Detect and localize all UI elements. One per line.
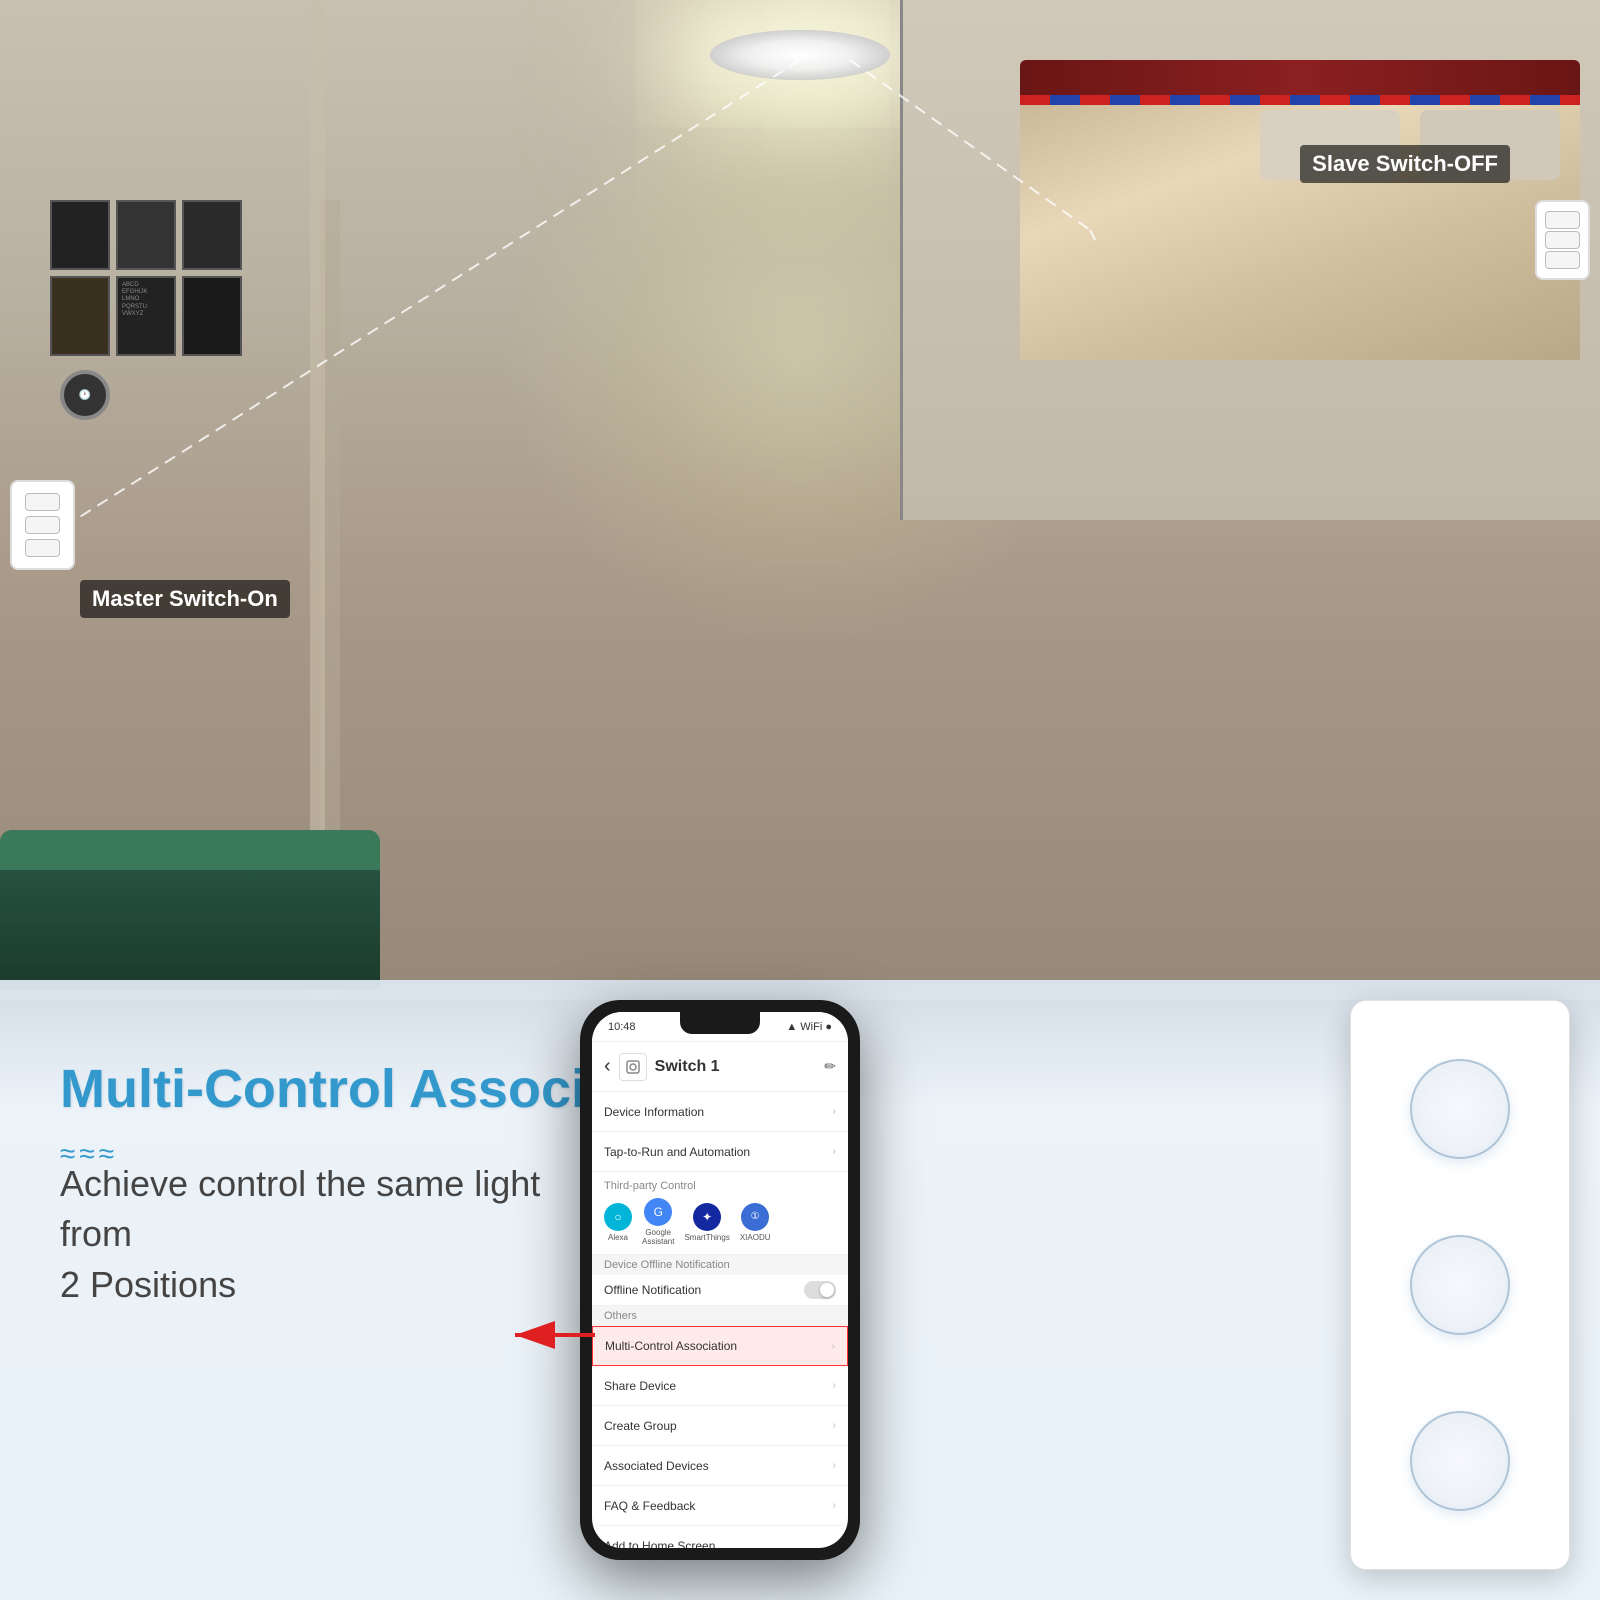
third-party-section: Third-party Control ○ Alexa G GoogleAssi… xyxy=(592,1172,848,1255)
slave-switch-btn-1[interactable] xyxy=(1545,211,1580,229)
alexa-icon: ○ xyxy=(604,1203,632,1231)
third-party-icons: ○ Alexa G GoogleAssistant ✦ SmartThings xyxy=(604,1198,836,1246)
phone-outer: 10:48 ▲ WiFi ● ‹ Switch 1 ✏ xyxy=(580,1000,860,1560)
menu-label-tap-run: Tap-to-Run and Automation xyxy=(604,1145,833,1159)
menu-item-associated-devices[interactable]: Associated Devices › xyxy=(592,1446,848,1486)
phone-header[interactable]: ‹ Switch 1 ✏ xyxy=(592,1042,848,1092)
wall-switch-panel xyxy=(1350,1000,1570,1570)
menu-item-add-home[interactable]: Add to Home Screen › xyxy=(592,1526,848,1548)
ceiling-light xyxy=(710,30,890,90)
xiaodu-icon: ① xyxy=(741,1203,769,1231)
signal-icons: ▲ WiFi ● xyxy=(786,1021,832,1033)
picture-frames: ABCDEFGHIJKLMNOPQRSTUVWXYZ xyxy=(50,200,242,356)
phone-notch xyxy=(680,1012,760,1034)
menu-item-faq[interactable]: FAQ & Feedback › xyxy=(592,1486,848,1526)
offline-header-label: Device Offline Notification xyxy=(604,1259,730,1271)
menu-item-share-device[interactable]: Share Device › xyxy=(592,1366,848,1406)
menu-item-device-info[interactable]: Device Information › xyxy=(592,1092,848,1132)
master-switch-label: Master Switch-On xyxy=(80,580,290,618)
edit-button[interactable]: ✏ xyxy=(824,1058,836,1075)
google-label: GoogleAssistant xyxy=(642,1228,674,1246)
menu-label-create-group: Create Group xyxy=(604,1419,833,1433)
xiaodu-label: XIAODU xyxy=(740,1233,771,1242)
toggle-knob xyxy=(820,1283,834,1297)
slave-switch-box xyxy=(1535,200,1590,280)
menu-item-multi-control[interactable]: Multi-Control Association › xyxy=(592,1326,848,1366)
google-icon-item[interactable]: G GoogleAssistant xyxy=(642,1198,674,1246)
chevron-associated-devices: › xyxy=(833,1460,836,1471)
others-section-header: Others xyxy=(592,1306,848,1326)
google-icon: G xyxy=(644,1198,672,1226)
phone-screen: 10:48 ▲ WiFi ● ‹ Switch 1 ✏ xyxy=(592,1012,848,1548)
red-arrow xyxy=(505,1315,605,1360)
master-switch-btn-2[interactable] xyxy=(25,516,60,534)
offline-toggle-switch[interactable] xyxy=(804,1281,836,1299)
chevron-create-group: › xyxy=(833,1420,836,1431)
xiaodu-icon-item[interactable]: ① XIAODU xyxy=(740,1203,771,1242)
smartthings-icon: ✦ xyxy=(693,1203,721,1231)
smartthings-icon-item[interactable]: ✦ SmartThings xyxy=(684,1203,729,1242)
feature-description: Achieve control the same light from2 Pos… xyxy=(60,1159,560,1310)
alexa-icon-item[interactable]: ○ Alexa xyxy=(604,1203,632,1242)
chevron-icon-2: › xyxy=(833,1146,836,1157)
slave-switch-btn-3[interactable] xyxy=(1545,251,1580,269)
menu-label-multi-control: Multi-Control Association xyxy=(605,1339,832,1353)
time-display: 10:48 xyxy=(608,1021,636,1033)
phone-mockup: 10:48 ▲ WiFi ● ‹ Switch 1 ✏ xyxy=(580,1000,860,1560)
wall-switch-button-2[interactable] xyxy=(1410,1235,1510,1335)
alexa-label: Alexa xyxy=(608,1233,628,1242)
menu-label-device-info: Device Information xyxy=(604,1105,833,1119)
bottom-section: Multi-Control Association ≈≈≈ Achieve co… xyxy=(0,980,1600,1600)
master-switch-btn-1[interactable] xyxy=(25,493,60,511)
menu-label-share-device: Share Device xyxy=(604,1379,833,1393)
sofa-back xyxy=(0,830,380,870)
clock: 🕐 xyxy=(60,370,110,420)
master-switch-box xyxy=(10,480,75,570)
slave-switch-btn-2[interactable] xyxy=(1545,231,1580,249)
room-background: ABCDEFGHIJKLMNOPQRSTUVWXYZ 🕐 Master Swit… xyxy=(0,0,1600,1000)
smartthings-label: SmartThings xyxy=(684,1233,729,1242)
menu-item-tap-run[interactable]: Tap-to-Run and Automation › xyxy=(592,1132,848,1172)
chevron-add-home: › xyxy=(833,1540,836,1548)
device-title: Switch 1 xyxy=(655,1058,825,1076)
menu-label-add-home: Add to Home Screen xyxy=(604,1539,833,1549)
chevron-icon: › xyxy=(833,1106,836,1117)
others-header-label: Others xyxy=(604,1310,637,1322)
menu-label-faq: FAQ & Feedback xyxy=(604,1499,833,1513)
bedroom-area xyxy=(900,0,1600,520)
offline-toggle-label: Offline Notification xyxy=(604,1283,701,1297)
menu-item-create-group[interactable]: Create Group › xyxy=(592,1406,848,1446)
menu-label-associated-devices: Associated Devices xyxy=(604,1459,833,1473)
offline-toggle-row[interactable]: Offline Notification xyxy=(592,1275,848,1306)
back-button[interactable]: ‹ xyxy=(604,1055,611,1078)
device-icon xyxy=(619,1053,647,1081)
chevron-multi-control: › xyxy=(832,1341,835,1352)
wall-switch-button-1[interactable] xyxy=(1410,1059,1510,1159)
slave-switch-label: Slave Switch-OFF xyxy=(1300,145,1510,183)
chevron-faq: › xyxy=(833,1500,836,1511)
offline-section-header: Device Offline Notification xyxy=(592,1255,848,1275)
wall-switch-button-3[interactable] xyxy=(1410,1411,1510,1511)
master-switch-btn-3[interactable] xyxy=(25,539,60,557)
chevron-share-device: › xyxy=(833,1380,836,1391)
third-party-title: Third-party Control xyxy=(604,1180,836,1192)
